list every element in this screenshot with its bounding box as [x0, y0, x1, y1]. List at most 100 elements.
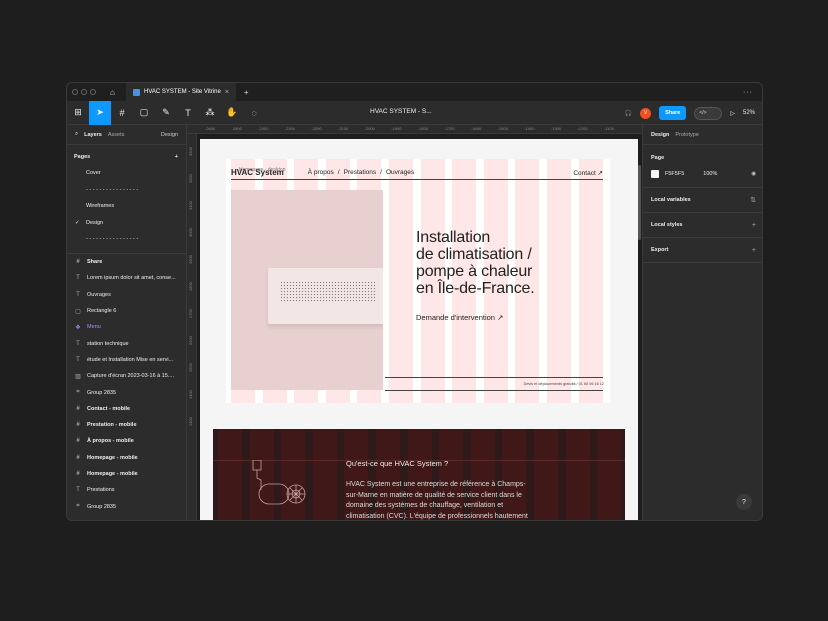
canvas[interactable]: HVAC System À propos / Prestations / Ouv… [187, 125, 642, 520]
frame-label[interactable]: Homepage - desktop [239, 167, 285, 173]
hero-note: Devis et déplacements gratuits / 01 60 0… [523, 382, 604, 386]
more-icon[interactable]: ··· [743, 89, 753, 96]
sliders-icon[interactable]: ⇅ [750, 196, 756, 204]
avatar[interactable]: V [640, 107, 652, 119]
nav-separator: / [380, 169, 382, 176]
cta-link[interactable]: Demande d'intervention ↗ [416, 313, 503, 322]
export-row[interactable]: Export + [643, 238, 762, 263]
ruler-tick: -2300 [284, 126, 296, 131]
layer-item[interactable]: T Ouvrages [67, 287, 186, 303]
page-item-divider[interactable]: - - - - - - - - - - - - - - - - [67, 182, 186, 199]
page-frame[interactable]: HVAC System À propos / Prestations / Ouv… [200, 139, 638, 520]
layer-label: Prestations [87, 487, 115, 494]
local-styles-label: Local styles [651, 222, 683, 228]
ruler-tick: -1400 [524, 126, 535, 131]
ruler-tick: -1800 [417, 126, 429, 131]
layer-label: Homepage - mobile [87, 454, 138, 461]
about-section[interactable]: Qu'est-ce que HVAC System ? HVAC System … [213, 429, 625, 520]
file-tab[interactable]: HVAC SYSTEM - Site Vitrine × [126, 83, 236, 101]
layer-type-icon: T [76, 275, 80, 282]
site-contact-link[interactable]: Contact ↗ [573, 169, 603, 177]
comment-tool-icon[interactable]: ◌ [243, 101, 265, 125]
nav-link-apropos[interactable]: À propos [308, 169, 334, 176]
layer-item[interactable]: T Lorem ipsum dolor sit amet, conse... [67, 270, 186, 286]
share-button[interactable]: Share [659, 106, 687, 120]
heat-pump-unit [268, 268, 383, 324]
tab-assets[interactable]: Assets [108, 132, 125, 138]
pen-tool-icon[interactable]: ✎ [155, 101, 177, 125]
color-swatch[interactable] [651, 170, 659, 178]
nav-link-ouvrages[interactable]: Ouvrages [386, 169, 414, 176]
page-item-divider[interactable]: - - - - - - - - - - - - - - - - [67, 231, 186, 248]
hand-tool-icon[interactable]: ✋ [221, 101, 243, 125]
ruler-tick: 2700 [188, 309, 193, 318]
hero-image [231, 190, 383, 390]
layer-item[interactable]: # Contact - mobile [67, 401, 186, 417]
canvas-scrollbar[interactable] [638, 165, 641, 240]
local-styles-row[interactable]: Local styles + [643, 213, 762, 238]
tab-title: HVAC SYSTEM - Site Vitrine [144, 89, 221, 95]
bg-opacity[interactable]: 100% [703, 171, 717, 177]
layer-item[interactable]: T Prestations [67, 482, 186, 498]
shape-tool-icon[interactable]: ▢ [133, 101, 155, 125]
layer-item[interactable]: # Share [67, 254, 186, 270]
nav-link-prestations[interactable]: Prestations [344, 169, 377, 176]
add-export-icon[interactable]: + [752, 247, 756, 254]
page-section-title: Page [651, 155, 665, 161]
layer-item[interactable]: # Homepage - mobile [67, 450, 186, 466]
tab-design[interactable]: Design [651, 132, 669, 138]
layout-grid-column [597, 429, 622, 520]
local-variables-row[interactable]: Local variables ⇅ [643, 188, 762, 213]
layer-item[interactable]: ⌗ Group 2835 [67, 384, 186, 400]
tab-prototype[interactable]: Prototype [675, 132, 699, 138]
help-button[interactable]: ? [736, 494, 752, 510]
eye-icon[interactable]: ◉ [751, 171, 756, 177]
layer-item[interactable]: Tétude et Installation Mise en servi... [67, 352, 186, 368]
main-menu-icon[interactable]: ⊞ [67, 101, 89, 125]
layer-item[interactable]: # Homepage - mobile [67, 466, 186, 482]
ruler-tick: -1600 [471, 126, 482, 131]
layer-item[interactable]: # À propos - mobile [67, 433, 186, 449]
text-tool-icon[interactable]: T [177, 101, 199, 125]
frame-tool-icon[interactable]: # [111, 101, 133, 125]
ruler-tick: 2500 [188, 363, 193, 372]
layout-grid-column [565, 429, 590, 520]
move-tool-icon[interactable]: ➤ [89, 100, 111, 125]
layer-item[interactable]: ▨ Capture d'écran 2023-03-16 à 15.... [67, 368, 186, 384]
horizontal-ruler: -2600 -2500 -2400 -2300 -2200 -2100 -2000 -1900… [187, 125, 642, 134]
page-item-cover[interactable]: Cover [67, 165, 186, 182]
divider [385, 377, 603, 378]
layer-item[interactable]: ❖ Menu [67, 319, 186, 335]
panel-tabs: ⌕ Layers Assets Design [67, 125, 186, 145]
dev-mode-toggle[interactable]: </> [694, 106, 723, 120]
present-icon[interactable]: ▷ [730, 110, 735, 117]
minimize-window-button[interactable] [81, 89, 87, 95]
add-style-icon[interactable]: + [752, 222, 756, 229]
zoom-level[interactable]: 52% [743, 110, 755, 116]
layer-item[interactable]: # Prestation - mobile [67, 417, 186, 433]
layer-item[interactable]: ▢ Rectangle 6 [67, 303, 186, 319]
ruler-tick: -2500 [231, 126, 242, 131]
tab-layers[interactable]: Layers [84, 132, 102, 138]
new-tab-icon[interactable]: + [244, 88, 249, 97]
add-page-icon[interactable]: + [175, 154, 178, 160]
close-tab-icon[interactable]: × [225, 89, 229, 96]
maximize-window-button[interactable] [90, 89, 96, 95]
search-icon[interactable]: ⌕ [75, 131, 78, 138]
layer-item[interactable]: Tstation technique [67, 335, 186, 351]
design-menu[interactable]: Design [161, 132, 178, 138]
ruler-tick: -2000 [364, 126, 375, 131]
page-item-wireframes[interactable]: Wireframes [67, 198, 186, 215]
bg-hex[interactable]: F5F5F5 [665, 171, 684, 177]
file-title[interactable]: HVAC SYSTEM - S... [370, 108, 432, 115]
page-item-design[interactable]: ✓ Design [67, 215, 186, 232]
layer-item[interactable]: ⌗ Group 2835 [67, 498, 186, 514]
close-window-button[interactable] [72, 89, 78, 95]
heading-line: de climatisation / [416, 246, 532, 263]
hero-section[interactable]: HVAC System À propos / Prestations / Ouv… [226, 159, 610, 403]
resources-icon[interactable]: ⁂ [199, 101, 221, 125]
check-icon: ✓ [75, 219, 80, 226]
headphones-icon[interactable]: 🎧 [625, 110, 632, 117]
page-label: - - - - - - - - - - - - - - - - [86, 186, 139, 193]
home-icon[interactable]: ⌂ [110, 88, 120, 97]
